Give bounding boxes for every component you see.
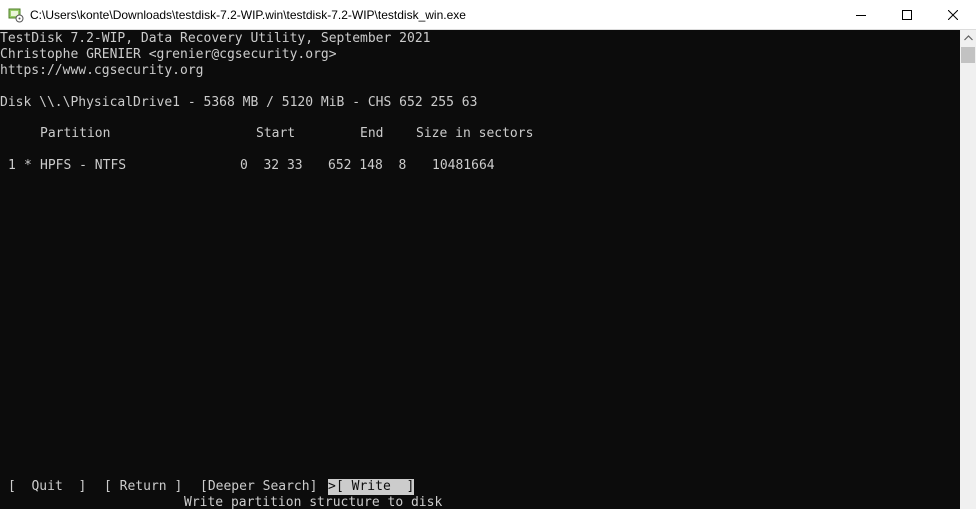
minimize-icon bbox=[856, 14, 866, 16]
menu-cursor: > bbox=[328, 479, 336, 495]
maximize-icon bbox=[902, 9, 912, 20]
terminal-output[interactable]: TestDisk 7.2-WIP, Data Recovery Utility,… bbox=[0, 30, 960, 509]
minimize-button[interactable] bbox=[838, 0, 884, 29]
close-button[interactable] bbox=[930, 0, 976, 29]
website-line: https://www.cgsecurity.org bbox=[0, 63, 204, 78]
header-start: Start bbox=[256, 126, 296, 141]
menu-write[interactable]: [ Write ] bbox=[336, 479, 415, 495]
partition-end-chs[interactable]: 652 148 8 bbox=[328, 158, 406, 174]
partition-number[interactable]: 1 bbox=[8, 158, 16, 174]
app-version-line: TestDisk 7.2-WIP, Data Recovery Utility,… bbox=[0, 31, 431, 46]
partition-type[interactable]: HPFS - NTFS bbox=[40, 158, 126, 174]
scroll-up-button[interactable] bbox=[960, 30, 976, 46]
title-bar[interactable]: C:\Users\konte\Downloads\testdisk-7.2-WI… bbox=[0, 0, 976, 30]
partition-bootable-flag[interactable]: * bbox=[24, 158, 32, 174]
header-size: Size in sectors bbox=[416, 126, 534, 141]
menu-description: Write partition structure to disk bbox=[184, 495, 443, 509]
menu-return[interactable]: [ Return ] bbox=[104, 479, 182, 495]
author-line: Christophe GRENIER <grenier@cgsecurity.o… bbox=[0, 47, 337, 62]
console-window: C:\Users\konte\Downloads\testdisk-7.2-WI… bbox=[0, 0, 976, 509]
close-icon bbox=[948, 9, 958, 20]
menu-quit[interactable]: [ Quit ] bbox=[8, 479, 86, 495]
testdisk-app-icon bbox=[8, 8, 24, 23]
window-title: C:\Users\konte\Downloads\testdisk-7.2-WI… bbox=[30, 8, 466, 22]
header-end: End bbox=[360, 126, 384, 141]
vertical-scrollbar[interactable] bbox=[960, 30, 976, 509]
disk-info-line: Disk \\.\PhysicalDrive1 - 5368 MB / 5120… bbox=[0, 95, 478, 110]
header-partition: Partition bbox=[40, 126, 111, 141]
menu-deeper-search[interactable]: [Deeper Search] bbox=[200, 479, 317, 495]
scrollbar-thumb[interactable] bbox=[961, 47, 975, 63]
partition-start-chs[interactable]: 0 32 33 bbox=[240, 158, 303, 174]
partition-size-sectors[interactable]: 10481664 bbox=[432, 158, 495, 174]
maximize-button[interactable] bbox=[884, 0, 930, 29]
chevron-up-icon bbox=[963, 35, 973, 41]
